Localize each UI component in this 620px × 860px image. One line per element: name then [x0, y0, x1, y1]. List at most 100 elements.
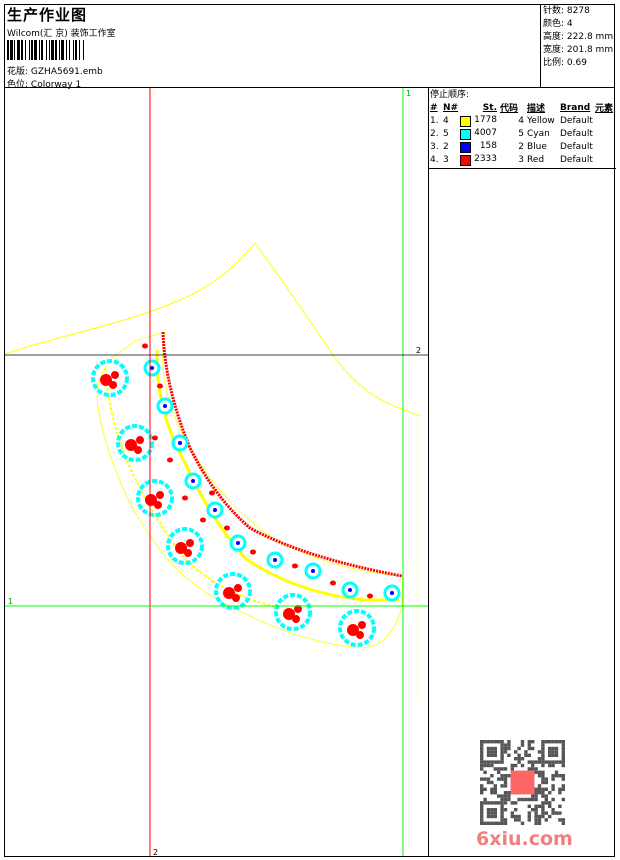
red-leaf: [367, 593, 373, 599]
color-swatch: [460, 115, 471, 127]
red-leaf: [209, 490, 215, 496]
petal-fill: [134, 446, 142, 454]
design-width: 宽度: 201.8 mm: [543, 45, 614, 55]
color-table: # N# St. 代码 描述 Brand 元素 1. 4 1778 4 Yell…: [430, 101, 613, 166]
color-code: 5: [518, 128, 524, 139]
design-height: 高度: 222.8 mm: [543, 32, 614, 42]
color-swatch: [460, 128, 471, 140]
petal-fill: [292, 615, 300, 623]
pattern-label: 花版:: [7, 67, 29, 77]
blue-center: [273, 558, 277, 562]
blue-center: [390, 591, 394, 595]
stitch-count: 158: [479, 140, 497, 151]
needle-number: 2: [443, 141, 449, 152]
needle-number: 3: [443, 154, 449, 165]
row-index: 3.: [430, 141, 439, 152]
guide-label: 1: [8, 597, 13, 606]
petal-fill: [111, 371, 119, 379]
red-leaf: [182, 495, 188, 501]
red-leaf: [330, 580, 336, 586]
red-leaf: [292, 563, 298, 569]
red-leaf: [224, 525, 230, 531]
divider: [428, 87, 429, 857]
petal-fill: [234, 584, 242, 592]
outline-top: [5, 242, 421, 417]
blue-center: [311, 569, 315, 573]
color-description: Cyan: [527, 128, 550, 139]
design-info: 针数: 8278 颜色: 4 高度: 222.8 mm 宽度: 201.8 mm…: [540, 4, 616, 88]
col-header: St.: [482, 102, 497, 113]
stitch-count: 2333: [474, 153, 497, 164]
petal-fill: [136, 436, 144, 444]
col-header: 代码: [500, 104, 519, 114]
color-code: 2: [518, 141, 524, 152]
needle-number: 5: [443, 128, 449, 139]
color-row[interactable]: 4. 3 2333 3 Red Default: [430, 153, 613, 166]
color-brand: Default: [560, 141, 593, 152]
color-description: Yellow: [527, 115, 555, 126]
color-row[interactable]: 3. 2 158 2 Blue Default: [430, 140, 613, 153]
color-brand: Default: [560, 128, 593, 139]
color-description: Red: [527, 154, 545, 165]
color-brand: Default: [560, 154, 593, 165]
barcode-bar: [84, 40, 86, 60]
color-code: 4: [518, 115, 524, 126]
needle-number: 4: [443, 115, 449, 126]
color-count: 颜色: 4: [543, 19, 573, 29]
barcode: [7, 40, 154, 60]
color-brand: Default: [560, 115, 593, 126]
stitch-count: 针数: 8278: [543, 6, 590, 16]
color-row[interactable]: 2. 5 4007 5 Cyan Default: [430, 127, 613, 140]
header: 生产作业图 Wilcom(汇 京) 装饰工作室 花版: GZHA5691.emb…: [4, 4, 540, 90]
guide-label: 2: [416, 346, 421, 355]
blue-center: [178, 441, 182, 445]
outline-band: [96, 331, 403, 649]
petal-fill: [186, 539, 194, 547]
stitch-count: 4007: [474, 127, 497, 138]
design-scale: 比例: 0.69: [543, 58, 587, 68]
petal-fill: [156, 491, 164, 499]
col-header: #: [430, 102, 438, 113]
stop-sequence-label: 停止顺序:: [430, 90, 470, 100]
color-code: 3: [518, 154, 524, 165]
petal-fill: [358, 621, 366, 629]
pattern-name: 花版: GZHA5691.emb: [7, 64, 103, 77]
blue-center: [191, 479, 195, 483]
divider: [429, 168, 616, 169]
red-leaf: [200, 517, 206, 523]
color-swatch: [460, 154, 471, 166]
petal-fill: [154, 501, 162, 509]
petal-fill: [356, 631, 364, 639]
col-header: 元素: [595, 104, 614, 114]
red-leaf: [152, 435, 158, 441]
col-header: Brand: [560, 102, 591, 113]
blue-center: [163, 404, 167, 408]
col-header: 描述: [527, 104, 546, 114]
red-leaf: [167, 457, 173, 463]
blue-center: [150, 366, 154, 370]
petal-fill: [184, 549, 192, 557]
color-description: Blue: [527, 141, 547, 152]
red-leaf: [142, 343, 148, 349]
blue-center: [348, 588, 352, 592]
row-index: 1.: [430, 115, 439, 126]
guide-label: 1: [406, 89, 411, 98]
row-index: 4.: [430, 154, 439, 165]
petal-fill: [109, 381, 117, 389]
color-row[interactable]: 1. 4 1778 4 Yellow Default: [430, 114, 613, 127]
petal-fill: [232, 594, 240, 602]
blue-center: [213, 508, 217, 512]
pattern-value: GZHA5691.emb: [30, 67, 103, 77]
qr-code: [480, 740, 565, 825]
company-name: Wilcom(汇 京) 装饰工作室: [7, 29, 116, 39]
stitch-count: 1778: [474, 114, 497, 125]
watermark-logo: 6xiu.com: [476, 828, 573, 850]
guide-label: 2: [153, 848, 158, 856]
col-header: N#: [443, 102, 459, 113]
red-leaf: [157, 383, 163, 389]
blue-center: [236, 541, 240, 545]
row-index: 2.: [430, 128, 439, 139]
page-title: 生产作业图: [7, 6, 88, 24]
stop-sequence: 停止顺序: # N# St. 代码 描述 Brand 元素 1. 4 1778 …: [430, 89, 616, 166]
color-swatch: [460, 141, 471, 153]
